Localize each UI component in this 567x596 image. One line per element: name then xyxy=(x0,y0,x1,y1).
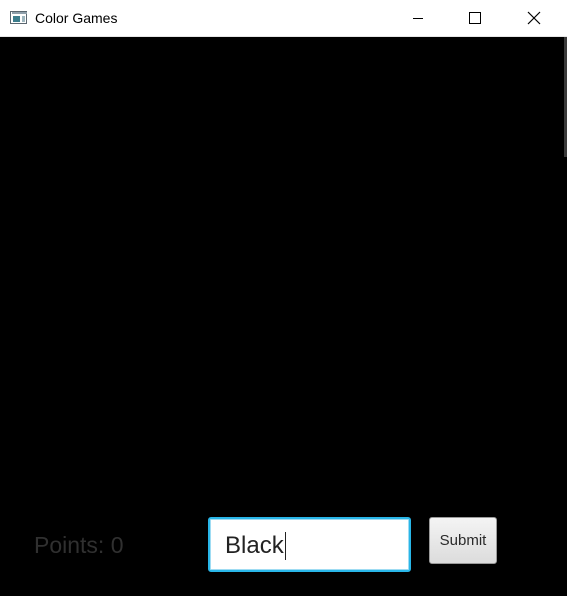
text-caret xyxy=(284,532,286,560)
minimize-button[interactable] xyxy=(395,0,441,36)
window-title: Color Games xyxy=(35,10,118,26)
answer-input[interactable]: Black xyxy=(208,517,411,572)
points-label: Points: 0 xyxy=(34,532,124,558)
app-window-icon xyxy=(10,11,27,24)
close-button[interactable] xyxy=(510,0,556,36)
close-icon xyxy=(527,11,541,25)
color-canvas xyxy=(0,37,564,517)
submit-button[interactable]: Submit xyxy=(429,517,497,564)
app-window: Color Games Points: 0 Black Submit xyxy=(0,0,567,596)
minimize-icon xyxy=(413,18,423,19)
answer-input-value: Black xyxy=(225,532,284,559)
maximize-button[interactable] xyxy=(452,0,498,36)
title-bar[interactable]: Color Games xyxy=(0,0,567,37)
maximize-icon xyxy=(469,12,481,24)
